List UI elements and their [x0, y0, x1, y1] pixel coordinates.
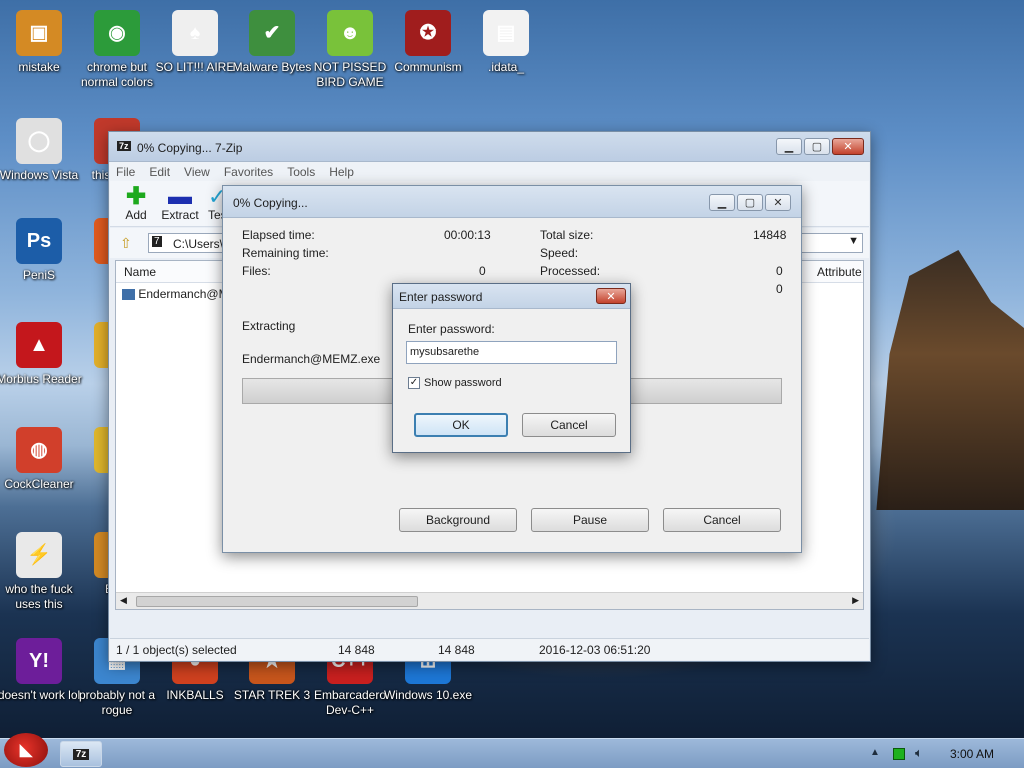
files-value: 0	[479, 264, 486, 278]
path-text: C:\Users\	[173, 237, 224, 251]
close-button[interactable]: ✕	[765, 194, 791, 211]
desktop-icon[interactable]: ▤ .idata_	[460, 10, 552, 75]
column-attributes[interactable]: Attribute	[817, 265, 863, 279]
desktop-icon-image: ⚡	[16, 532, 62, 578]
status-selected: 1 / 1 object(s) selected	[116, 643, 237, 657]
cancel-button[interactable]: Cancel	[522, 413, 616, 437]
add-button[interactable]: ✚ Add	[118, 183, 154, 223]
column-name[interactable]: Name	[124, 265, 156, 279]
elapsed-value: 00:00:13	[444, 228, 491, 242]
processed-value: 0	[776, 264, 783, 278]
packed-value: 0	[776, 282, 783, 296]
desktop-icon-image: ✔	[249, 10, 295, 56]
elapsed-label: Elapsed time:	[242, 228, 315, 242]
sevenzip-titlebar[interactable]: 7z 0% Copying... 7-Zip ▁ ▢ ✕	[109, 132, 870, 162]
copy-dialog-title: 0% Copying...	[233, 196, 308, 210]
scroll-left-arrow[interactable]: ◀	[120, 595, 127, 606]
menu-item-help[interactable]: Help	[329, 165, 354, 179]
desktop-icon-image: Ps	[16, 218, 62, 264]
total-size-value: 14848	[753, 228, 787, 242]
tray-expand-icon[interactable]: ▲	[870, 747, 880, 758]
pause-button[interactable]: Pause	[531, 508, 649, 532]
show-password-checkbox[interactable]: ✓ Show password	[408, 377, 502, 389]
maximize-button[interactable]: ▢	[737, 194, 763, 211]
password-value: mysubsarethe	[410, 346, 480, 358]
window-title: 0% Copying... 7-Zip	[137, 141, 243, 155]
menu-item-favorites[interactable]: Favorites	[224, 165, 273, 179]
path-icon: 7	[152, 236, 162, 247]
desktop-icon-label: .idata_	[487, 60, 525, 74]
status-bar: 1 / 1 object(s) selected 14 848 14 848 2…	[110, 638, 869, 660]
angry-bird-icon: ◣	[19, 742, 33, 759]
add-icon: ✚	[125, 183, 147, 210]
desktop-icon-image: ◉	[94, 10, 140, 56]
speed-label: Speed:	[540, 246, 579, 260]
menu-item-edit[interactable]: Edit	[149, 165, 170, 179]
list-item[interactable]: Endermanch@M	[122, 287, 229, 305]
close-button[interactable]: ✕	[832, 138, 864, 155]
desktop-icon-image: ▣	[16, 10, 62, 56]
desktop-icon-image: ◯	[16, 118, 62, 164]
scroll-right-arrow[interactable]: ▶	[852, 595, 859, 606]
processed-label: Processed:	[540, 264, 601, 278]
checkbox-checked-icon: ✓	[408, 377, 420, 389]
close-button[interactable]: ✕	[596, 288, 626, 304]
add-label: Add	[125, 208, 147, 222]
menu-item-view[interactable]: View	[184, 165, 210, 179]
background-button[interactable]: Background	[399, 508, 517, 532]
ok-button[interactable]: OK	[414, 413, 508, 437]
desktop-icon-label: Windows 10.exe	[383, 688, 473, 702]
menu-bar: File Edit View Favorites Tools Help	[110, 162, 869, 181]
desktop-icon-image: ✪	[405, 10, 451, 56]
total-size-label: Total size:	[540, 228, 594, 242]
minimize-button[interactable]: ▁	[776, 138, 802, 155]
wallpaper-rock	[876, 250, 1024, 510]
status-size: 14 848	[338, 643, 375, 657]
current-file: Endermanch@MEMZ.exe	[242, 352, 381, 366]
password-dialog-title: Enter password	[399, 290, 483, 304]
copy-titlebar[interactable]: 0% Copying... ▁ ▢ ✕	[223, 186, 801, 218]
desktop-icon-image: Y!	[16, 638, 62, 684]
desktop-icon-image: ◍	[16, 427, 62, 473]
cancel-copy-button[interactable]: Cancel	[663, 508, 781, 532]
action-label: Extracting	[242, 319, 296, 333]
volume-icon[interactable]: 🔈︎	[915, 745, 923, 761]
extract-icon: ▬	[168, 183, 192, 210]
network-icon[interactable]	[893, 748, 905, 760]
status-date: 2016-12-03 06:51:20	[539, 643, 651, 657]
menu-item-tools[interactable]: Tools	[287, 165, 315, 179]
minimize-button[interactable]: ▁	[709, 194, 735, 211]
up-folder-icon[interactable]: ⇧	[120, 235, 132, 252]
chevron-down-icon[interactable]: ▼	[848, 235, 859, 247]
show-password-label: Show password	[424, 377, 502, 389]
file-icon	[122, 289, 135, 301]
remaining-label: Remaining time:	[242, 246, 329, 260]
scroll-thumb[interactable]	[136, 596, 418, 607]
extract-button[interactable]: ▬ Extract	[158, 183, 202, 223]
extract-label: Extract	[161, 208, 199, 222]
password-dialog: Enter password ✕ Enter password: mysubsa…	[392, 283, 631, 453]
status-packed-size: 14 848	[438, 643, 475, 657]
files-label: Files:	[242, 264, 271, 278]
clock[interactable]: 3:00 AM	[950, 747, 994, 761]
sevenzip-taskbar-icon: 7z	[72, 748, 90, 760]
menu-item-file[interactable]: File	[116, 165, 135, 179]
list-item-label: Endermanch@M	[138, 287, 229, 301]
start-button[interactable]: ◣	[4, 733, 48, 767]
password-titlebar[interactable]: Enter password ✕	[393, 284, 630, 309]
password-field[interactable]: mysubsarethe	[406, 341, 617, 364]
desktop-icon-image: ☻	[327, 10, 373, 56]
taskbar: ◣ 7z ▲ 🔈︎ 3:00 AM	[0, 733, 1024, 768]
maximize-button[interactable]: ▢	[804, 138, 830, 155]
desktop-icon-image: ▤	[483, 10, 529, 56]
sevenzip-app-icon: 7z	[117, 141, 131, 151]
horizontal-scrollbar[interactable]: ◀ ▶	[116, 592, 863, 609]
desktop-icon-image: ♠	[172, 10, 218, 56]
password-label: Enter password:	[408, 322, 495, 336]
taskbar-item-7zip[interactable]: 7z	[60, 741, 102, 767]
desktop-icon-image: ▲	[16, 322, 62, 368]
